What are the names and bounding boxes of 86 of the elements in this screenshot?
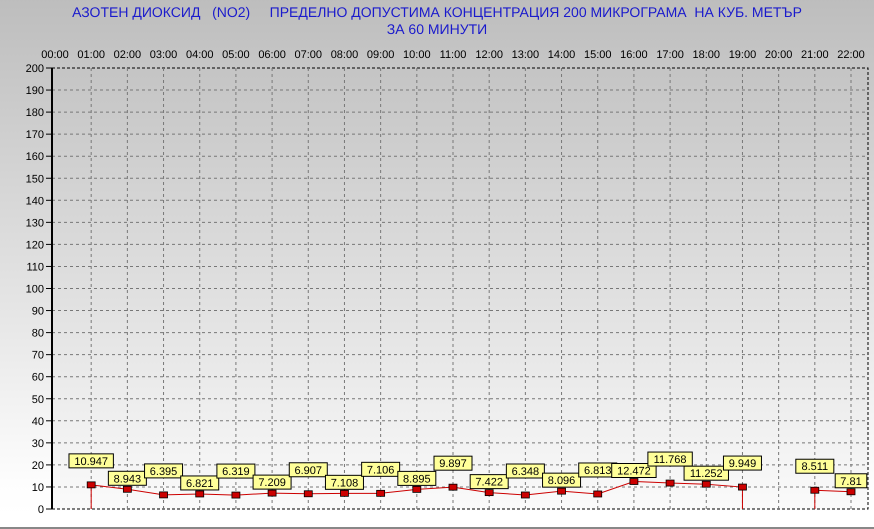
x-tick-label: 15:00 xyxy=(584,49,612,61)
x-tick-label: 09:00 xyxy=(366,49,394,61)
y-tick-label: 130 xyxy=(26,217,44,230)
x-tick-label: 20:00 xyxy=(764,49,792,61)
data-label: 8.096 xyxy=(548,475,576,488)
x-tick-label: 11:00 xyxy=(440,49,466,61)
data-label: 8.511 xyxy=(801,461,828,474)
y-tick-label: 190 xyxy=(26,85,44,98)
y-tick-label: 70 xyxy=(32,350,44,362)
value-label: 6.395 xyxy=(144,463,184,478)
value-label: 7.81 xyxy=(834,473,868,488)
data-label: 6.319 xyxy=(222,466,250,478)
value-label: 7.209 xyxy=(252,474,292,490)
y-tick-label: 0 xyxy=(38,504,44,516)
x-tick-label: 05:00 xyxy=(222,49,250,61)
data-label: 8.895 xyxy=(403,473,431,486)
value-label: 7.108 xyxy=(324,474,364,490)
y-tick-label: 60 xyxy=(32,372,44,384)
x-tick-label: 00:00 xyxy=(41,49,69,61)
value-label: 11.768 xyxy=(647,452,693,467)
y-tick-label: 180 xyxy=(26,107,44,120)
value-label: 8.511 xyxy=(795,458,834,474)
data-label: 7.108 xyxy=(330,477,358,490)
value-label: 8.096 xyxy=(542,472,582,488)
data-label: 10.947 xyxy=(74,456,108,468)
y-tick-label: 90 xyxy=(32,306,44,318)
value-label: 9.949 xyxy=(722,456,762,471)
y-tick-label: 200 xyxy=(26,63,44,75)
y-tick-label: 120 xyxy=(26,239,44,252)
x-tick-label: 14:00 xyxy=(548,49,576,61)
x-tick-label: 22:00 xyxy=(837,49,865,61)
data-label: 7.106 xyxy=(366,464,394,476)
value-label: 6.907 xyxy=(288,462,328,478)
x-tick-label: 10:00 xyxy=(403,49,431,61)
data-label: 7.422 xyxy=(475,476,503,489)
data-label: 6.395 xyxy=(150,466,178,478)
y-tick-label: 40 xyxy=(32,416,44,428)
value-label: 9.897 xyxy=(434,456,472,471)
data-label: 7.209 xyxy=(258,477,286,490)
data-label: 6.813 xyxy=(584,464,612,477)
x-tick-label: 21:00 xyxy=(801,49,829,61)
x-tick-label: 06:00 xyxy=(258,49,286,61)
x-tick-label: 13:00 xyxy=(512,49,540,61)
data-label: 6.821 xyxy=(186,478,214,490)
y-tick-label: 100 xyxy=(26,284,44,296)
value-label: 7.422 xyxy=(470,474,509,490)
data-label: 6.348 xyxy=(512,466,540,478)
data-label: 11.252 xyxy=(690,468,723,480)
value-label: 11.252 xyxy=(684,466,729,481)
y-tick-label: 140 xyxy=(26,195,44,208)
x-tick-label: 03:00 xyxy=(150,49,178,61)
value-label: 8.943 xyxy=(108,470,147,486)
value-label: 10.947 xyxy=(68,453,114,468)
x-tick-label: 04:00 xyxy=(186,49,214,61)
value-label: 6.319 xyxy=(216,464,256,479)
y-tick-label: 30 xyxy=(32,438,44,450)
y-tick-label: 20 xyxy=(32,460,44,472)
y-tick-label: 50 xyxy=(32,394,44,406)
x-tick-label: 07:00 xyxy=(294,49,322,61)
y-tick-label: 170 xyxy=(26,129,44,142)
x-tick-label: 08:00 xyxy=(330,49,358,61)
x-tick-label: 01:00 xyxy=(77,49,105,61)
data-label: 6.907 xyxy=(294,464,322,477)
data-label: 12.472 xyxy=(617,466,651,478)
value-label: 7.106 xyxy=(361,462,400,477)
x-tick-label: 19:00 xyxy=(728,49,756,61)
x-tick-label: 02:00 xyxy=(114,49,142,61)
value-label: 6.348 xyxy=(506,464,545,478)
data-label: 9.897 xyxy=(439,458,467,470)
x-tick-label: 16:00 xyxy=(620,49,648,61)
data-label: 9.949 xyxy=(728,458,756,470)
y-tick-label: 110 xyxy=(26,261,44,274)
chart-title: ЗА 60 МИНУТИ xyxy=(386,21,488,38)
y-tick-label: 80 xyxy=(32,328,44,340)
data-label: 7.81 xyxy=(840,476,862,488)
value-label: 8.895 xyxy=(397,470,436,486)
value-label: 12.472 xyxy=(611,463,657,478)
y-tick-label: 10 xyxy=(32,482,44,494)
x-tick-label: 17:00 xyxy=(656,49,684,61)
chart-title: АЗОТЕН ДИОКСИД (NO2) ПРЕДЕЛНО ДОПУСТИМА КОНЦЕНТРАЦИЯ 200 МИКРОГРАМА НА КУБ. МЕТЪР xyxy=(72,4,802,21)
y-tick-label: 150 xyxy=(26,173,44,186)
x-tick-label: 18:00 xyxy=(692,49,720,61)
data-label: 8.943 xyxy=(114,473,142,486)
x-tick-label: 12:00 xyxy=(475,49,503,61)
y-tick-label: 160 xyxy=(26,151,44,164)
value-label: 6.821 xyxy=(180,475,220,490)
